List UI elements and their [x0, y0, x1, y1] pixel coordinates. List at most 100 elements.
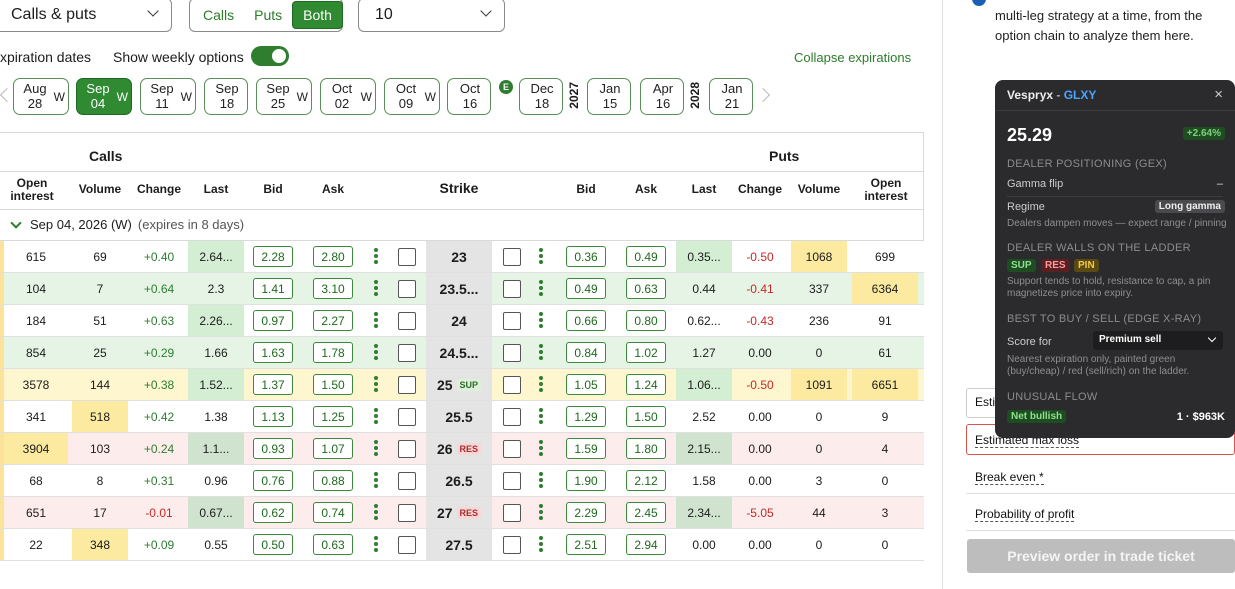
put-bid-button[interactable]: 0.49 [566, 278, 606, 299]
call-bid-button[interactable]: 1.63 [253, 342, 293, 363]
put-select-checkbox[interactable] [503, 312, 521, 330]
call-select-checkbox[interactable] [398, 504, 416, 522]
call-ask-button[interactable]: 1.78 [313, 342, 353, 363]
call-select-checkbox[interactable] [398, 440, 416, 458]
chevron-left-icon[interactable] [0, 87, 15, 103]
score-for-select[interactable]: Premium sell [1093, 331, 1223, 350]
collapse-expirations-link[interactable]: Collapse expirations [794, 50, 911, 65]
put-ask-button[interactable]: 0.80 [626, 310, 666, 331]
col-header-call-change[interactable]: Change [131, 183, 187, 196]
put-select-checkbox[interactable] [503, 536, 521, 554]
call-bid-button[interactable]: 1.37 [253, 374, 293, 395]
segment-both[interactable]: Both [292, 1, 343, 29]
put-more-icon[interactable] [539, 280, 543, 298]
put-bid-button[interactable]: 0.84 [566, 342, 606, 363]
put-more-icon[interactable] [539, 472, 543, 490]
put-ask-button[interactable]: 0.63 [626, 278, 666, 299]
call-more-icon[interactable] [374, 440, 378, 458]
put-select-checkbox[interactable] [503, 408, 521, 426]
type-select[interactable]: Calls & puts [0, 0, 172, 32]
call-more-icon[interactable] [374, 312, 378, 330]
put-select-checkbox[interactable] [503, 344, 521, 362]
call-bid-button[interactable]: 0.93 [253, 438, 293, 459]
call-more-icon[interactable] [374, 504, 378, 522]
put-select-checkbox[interactable] [503, 248, 521, 266]
call-select-checkbox[interactable] [398, 376, 416, 394]
expiration-chip[interactable]: Aug 28 W [13, 78, 69, 115]
call-select-checkbox[interactable] [398, 472, 416, 490]
call-bid-button[interactable]: 0.62 [253, 502, 293, 523]
put-select-checkbox[interactable] [503, 472, 521, 490]
put-bid-button[interactable]: 1.90 [566, 470, 606, 491]
put-ask-button[interactable]: 2.12 [626, 470, 666, 491]
call-bid-button[interactable]: 0.97 [253, 310, 293, 331]
call-ask-button[interactable]: 0.88 [313, 470, 353, 491]
segment-puts[interactable]: Puts [244, 1, 292, 29]
put-bid-button[interactable]: 1.59 [566, 438, 606, 459]
col-header-call-volume[interactable]: Volume [72, 183, 128, 196]
put-more-icon[interactable] [539, 408, 543, 426]
break-even-field[interactable]: Break even * [966, 468, 1235, 494]
call-bid-button[interactable]: 2.28 [253, 246, 293, 267]
put-ask-button[interactable]: 2.94 [626, 534, 666, 555]
col-header-put-change[interactable]: Change [732, 183, 788, 196]
expiration-chip[interactable]: Sep 04 W [76, 78, 132, 115]
call-select-checkbox[interactable] [398, 536, 416, 554]
put-more-icon[interactable] [539, 376, 543, 394]
strikes-select[interactable]: 10 [358, 0, 505, 32]
call-ask-button[interactable]: 1.07 [313, 438, 353, 459]
put-bid-button[interactable]: 1.29 [566, 406, 606, 427]
col-header-call-ask[interactable]: Ask [310, 183, 356, 196]
call-select-checkbox[interactable] [398, 312, 416, 330]
call-ask-button[interactable]: 3.10 [313, 278, 353, 299]
put-more-icon[interactable] [539, 504, 543, 522]
call-bid-button[interactable]: 0.50 [253, 534, 293, 555]
call-ask-button[interactable]: 1.50 [313, 374, 353, 395]
preview-order-button[interactable]: Preview order in trade ticket [967, 539, 1235, 573]
col-header-put-bid[interactable]: Bid [563, 183, 609, 196]
chevron-right-icon[interactable] [755, 87, 771, 103]
expiration-chip[interactable]: Oct 09 W [384, 78, 440, 115]
call-more-icon[interactable] [374, 472, 378, 490]
col-header-call-bid[interactable]: Bid [250, 183, 296, 196]
put-ask-button[interactable]: 2.45 [626, 502, 666, 523]
call-ask-button[interactable]: 2.80 [313, 246, 353, 267]
put-ask-button[interactable]: 1.24 [626, 374, 666, 395]
close-icon[interactable]: × [1214, 86, 1223, 103]
col-header-put-last[interactable]: Last [676, 183, 732, 196]
call-more-icon[interactable] [374, 408, 378, 426]
call-bid-button[interactable]: 1.13 [253, 406, 293, 427]
call-more-icon[interactable] [374, 280, 378, 298]
segment-calls[interactable]: Calls [193, 1, 244, 29]
call-ask-button[interactable]: 1.25 [313, 406, 353, 427]
call-more-icon[interactable] [374, 536, 378, 554]
call-ask-button[interactable]: 0.74 [313, 502, 353, 523]
expiration-chip[interactable]: Oct 02 W [320, 78, 376, 115]
col-header-put-ask[interactable]: Ask [623, 183, 669, 196]
put-more-icon[interactable] [539, 248, 543, 266]
put-bid-button[interactable]: 2.29 [566, 502, 606, 523]
put-more-icon[interactable] [539, 312, 543, 330]
call-more-icon[interactable] [374, 248, 378, 266]
put-select-checkbox[interactable] [503, 504, 521, 522]
put-bid-button[interactable]: 0.66 [566, 310, 606, 331]
call-select-checkbox[interactable] [398, 280, 416, 298]
probability-of-profit-field[interactable]: Probability of profit [966, 505, 1235, 531]
put-more-icon[interactable] [539, 440, 543, 458]
expiration-group-header[interactable]: Sep 04, 2026 (W) (expires in 8 days) [10, 216, 244, 232]
call-bid-button[interactable]: 0.76 [253, 470, 293, 491]
call-select-checkbox[interactable] [398, 344, 416, 362]
put-bid-button[interactable]: 2.51 [566, 534, 606, 555]
col-header-put-volume[interactable]: Volume [791, 183, 847, 196]
put-more-icon[interactable] [539, 536, 543, 554]
expiration-chip[interactable]: Dec 18 [519, 78, 563, 115]
call-select-checkbox[interactable] [398, 248, 416, 266]
expiration-chip[interactable]: Jan 15 [587, 78, 631, 115]
put-bid-button[interactable]: 0.36 [566, 246, 606, 267]
put-bid-button[interactable]: 1.05 [566, 374, 606, 395]
put-select-checkbox[interactable] [503, 440, 521, 458]
put-select-checkbox[interactable] [503, 376, 521, 394]
col-header-strike[interactable]: Strike [426, 181, 492, 195]
put-select-checkbox[interactable] [503, 280, 521, 298]
call-ask-button[interactable]: 2.27 [313, 310, 353, 331]
